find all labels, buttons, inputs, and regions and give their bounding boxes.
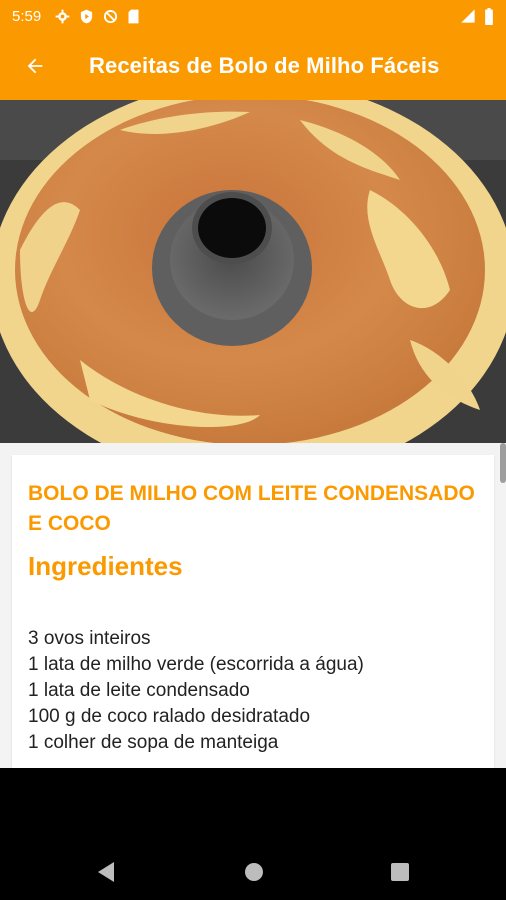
list-item: 1 lata de milho verde (escorrida a água) xyxy=(28,654,364,675)
play-protect-icon xyxy=(81,9,93,23)
list-item: 1 lata de leite condensado xyxy=(28,680,250,701)
recipe-photo xyxy=(0,100,506,443)
bundt-cake-image xyxy=(0,100,506,443)
system-navigation-bar xyxy=(0,768,506,900)
content-area: BOLO DE MILHO COM LEITE CONDENSADO E COC… xyxy=(0,443,506,775)
list-item: 3 ovos inteiros xyxy=(28,628,151,649)
signal-icon xyxy=(461,9,475,23)
status-right-icons xyxy=(460,7,494,25)
recipe-title: BOLO DE MILHO COM LEITE CONDENSADO E COC… xyxy=(28,482,475,535)
back-button[interactable] xyxy=(0,32,70,100)
sim-card-icon xyxy=(128,9,139,23)
status-icons xyxy=(55,9,140,24)
list-item: 1 colher de sopa de manteiga xyxy=(28,732,279,753)
battery-icon xyxy=(485,7,493,25)
status-bar: 5:59 xyxy=(0,0,506,32)
ingredients-list: 3 ovos inteiros 1 lata de milho verde (e… xyxy=(28,626,478,756)
page-title: Receitas de Bolo de Milho Fáceis xyxy=(89,53,440,78)
recipe-card: BOLO DE MILHO COM LEITE CONDENSADO E COC… xyxy=(12,455,494,775)
status-time: 5:59 xyxy=(12,7,42,25)
ingredients-heading: Ingredientes xyxy=(28,551,183,581)
no-entry-icon xyxy=(104,9,118,23)
gear-icon xyxy=(55,9,70,23)
home-circle-icon[interactable] xyxy=(244,862,264,882)
back-triangle-icon[interactable] xyxy=(96,861,116,883)
arrow-back-icon xyxy=(27,58,43,74)
list-item: 100 g de coco ralado desidratado xyxy=(28,706,311,727)
scrollbar[interactable] xyxy=(500,443,506,483)
app-bar: Receitas de Bolo de Milho Fáceis xyxy=(0,32,506,100)
recents-square-icon[interactable] xyxy=(391,863,409,881)
